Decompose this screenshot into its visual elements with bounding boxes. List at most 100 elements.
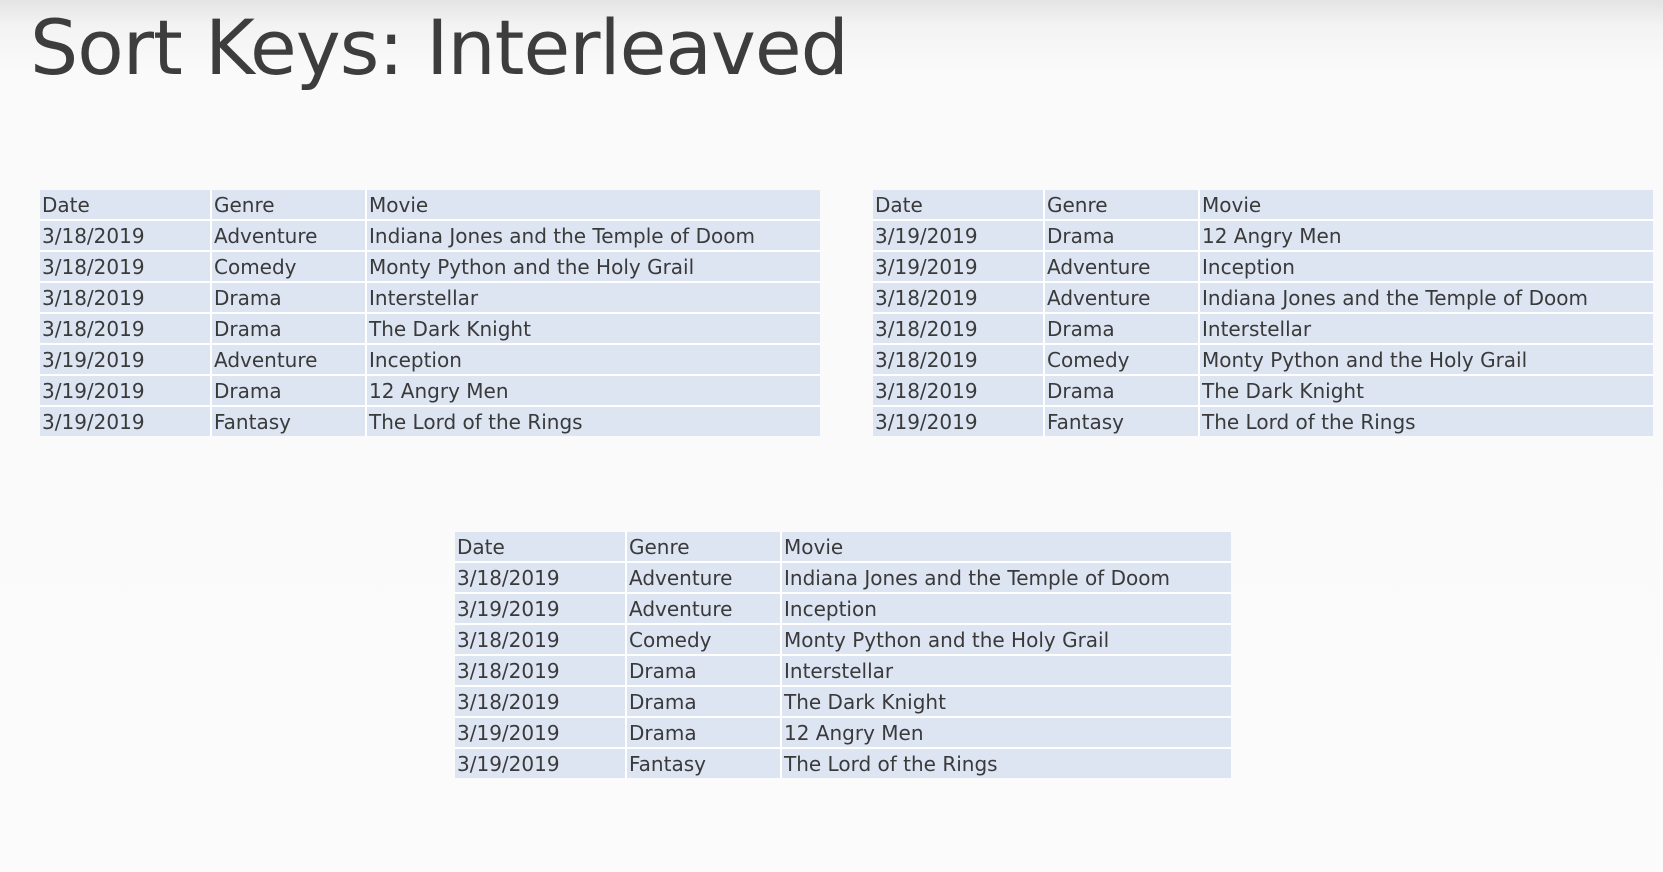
table-row: 3/18/2019 Adventure Indiana Jones and the …	[455, 562, 1231, 594]
genre-cell: Drama	[626, 655, 782, 687]
movie-cell: The Lord of the Rings	[781, 748, 1231, 778]
date-cell: 3/19/2019	[873, 406, 1045, 436]
table-row: 3/18/2019 Drama The Dark Knight	[40, 313, 820, 345]
table-row: 3/18/2019 Adventure Indiana Jones and the …	[873, 282, 1653, 314]
movie-cell: 12 Angry Men	[1199, 220, 1653, 252]
movie-cell: 12 Angry Men	[781, 717, 1231, 749]
table-row: 3/18/2019 Drama The Dark Knight	[455, 686, 1231, 718]
movie-cell: Inception	[366, 344, 820, 376]
column-header-genre: Genre	[626, 532, 782, 563]
date-cell: 3/19/2019	[40, 375, 212, 407]
date-cell: 3/18/2019	[40, 220, 212, 252]
genre-cell: Drama	[1044, 220, 1200, 252]
genre-cell: Adventure	[626, 562, 782, 594]
genre-cell: Drama	[626, 686, 782, 718]
movie-cell: Interstellar	[1199, 313, 1653, 345]
genre-cell: Adventure	[211, 344, 367, 376]
table-row: 3/18/2019 Comedy Monty Python and the Holy…	[40, 251, 820, 283]
genre-cell: Comedy	[1044, 344, 1200, 376]
table-row: 3/18/2019 Drama Interstellar	[40, 282, 820, 314]
genre-cell: Comedy	[211, 251, 367, 283]
table-header-row: Date Genre Movie	[40, 190, 820, 221]
movie-cell: The Lord of the Rings	[1199, 406, 1653, 436]
table-row: 3/19/2019 Drama 12 Angry Men	[40, 375, 820, 407]
date-cell: 3/19/2019	[455, 593, 627, 625]
table-row: 3/19/2019 Adventure Inception	[40, 344, 820, 376]
date-cell: 3/18/2019	[455, 624, 627, 656]
movie-cell: Inception	[1199, 251, 1653, 283]
date-cell: 3/19/2019	[873, 220, 1045, 252]
column-header-genre: Genre	[211, 190, 367, 221]
movie-cell: Interstellar	[781, 655, 1231, 687]
table-row: 3/19/2019 Fantasy The Lord of the Rings	[873, 406, 1653, 436]
genre-cell: Adventure	[626, 593, 782, 625]
movie-cell: 12 Angry Men	[366, 375, 820, 407]
column-header-genre: Genre	[1044, 190, 1200, 221]
genre-cell: Drama	[1044, 375, 1200, 407]
genre-cell: Adventure	[211, 220, 367, 252]
table-row: 3/18/2019 Drama Interstellar	[873, 313, 1653, 345]
column-header-movie: Movie	[366, 190, 820, 221]
movie-cell: Interstellar	[366, 282, 820, 314]
table-row: 3/18/2019 Comedy Monty Python and the Holy…	[455, 624, 1231, 656]
genre-cell: Drama	[626, 717, 782, 749]
genre-cell: Fantasy	[211, 406, 367, 436]
date-cell: 3/19/2019	[455, 717, 627, 749]
movie-cell: Inception	[781, 593, 1231, 625]
table-row: 3/18/2019 Adventure Indiana Jones and the …	[40, 220, 820, 252]
table-header-row: Date Genre Movie	[873, 190, 1653, 221]
date-cell: 3/18/2019	[873, 282, 1045, 314]
genre-cell: Fantasy	[1044, 406, 1200, 436]
movie-cell: Indiana Jones and the Temple of Doom	[1199, 282, 1653, 314]
genre-cell: Adventure	[1044, 282, 1200, 314]
date-cell: 3/19/2019	[455, 748, 627, 778]
table-row: 3/19/2019 Drama 12 Angry Men	[455, 717, 1231, 749]
table-row: 3/19/2019 Fantasy The Lord of the Rings	[40, 406, 820, 436]
table-row: 3/18/2019 Drama The Dark Knight	[873, 375, 1653, 407]
genre-cell: Drama	[211, 375, 367, 407]
table-header-row: Date Genre Movie	[455, 532, 1231, 563]
table-row: 3/18/2019 Comedy Monty Python and the Holy…	[873, 344, 1653, 376]
table-row: 3/19/2019 Adventure Inception	[455, 593, 1231, 625]
movie-cell: Monty Python and the Holy Grail	[781, 624, 1231, 656]
movie-cell: The Lord of the Rings	[366, 406, 820, 436]
genre-cell: Drama	[211, 282, 367, 314]
date-cell: 3/18/2019	[40, 313, 212, 345]
movie-cell: The Dark Knight	[366, 313, 820, 345]
movie-cell: Indiana Jones and the Temple of Doom	[366, 220, 820, 252]
date-cell: 3/19/2019	[40, 406, 212, 436]
movie-cell: Indiana Jones and the Temple of Doom	[781, 562, 1231, 594]
date-cell: 3/18/2019	[40, 282, 212, 314]
genre-cell: Drama	[211, 313, 367, 345]
movies-table-sorted-by-movie: Date Genre Movie 3/19/2019 Drama 12 Angry Me…	[873, 190, 1653, 436]
genre-cell: Drama	[1044, 313, 1200, 345]
movie-cell: Monty Python and the Holy Grail	[1199, 344, 1653, 376]
genre-cell: Adventure	[1044, 251, 1200, 283]
date-cell: 3/19/2019	[873, 251, 1045, 283]
column-header-date: Date	[455, 532, 627, 563]
date-cell: 3/18/2019	[455, 562, 627, 594]
movies-table-sorted-by-date: Date Genre Movie 3/18/2019 Adventure Indiana…	[40, 190, 820, 436]
movies-table-sorted-by-genre: Date Genre Movie 3/18/2019 Adventure Indiana…	[455, 532, 1231, 778]
movie-cell: The Dark Knight	[781, 686, 1231, 718]
genre-cell: Fantasy	[626, 748, 782, 778]
table-row: 3/19/2019 Adventure Inception	[873, 251, 1653, 283]
date-cell: 3/18/2019	[873, 375, 1045, 407]
column-header-movie: Movie	[1199, 190, 1653, 221]
movie-cell: Monty Python and the Holy Grail	[366, 251, 820, 283]
date-cell: 3/18/2019	[40, 251, 212, 283]
column-header-movie: Movie	[781, 532, 1231, 563]
column-header-date: Date	[40, 190, 212, 221]
table-row: 3/19/2019 Fantasy The Lord of the Rings	[455, 748, 1231, 778]
date-cell: 3/19/2019	[40, 344, 212, 376]
date-cell: 3/18/2019	[873, 344, 1045, 376]
slide-title: Sort Keys: Interleaved	[30, 3, 849, 92]
table-row: 3/19/2019 Drama 12 Angry Men	[873, 220, 1653, 252]
column-header-date: Date	[873, 190, 1045, 221]
date-cell: 3/18/2019	[455, 686, 627, 718]
date-cell: 3/18/2019	[455, 655, 627, 687]
table-row: 3/18/2019 Drama Interstellar	[455, 655, 1231, 687]
date-cell: 3/18/2019	[873, 313, 1045, 345]
movie-cell: The Dark Knight	[1199, 375, 1653, 407]
genre-cell: Comedy	[626, 624, 782, 656]
